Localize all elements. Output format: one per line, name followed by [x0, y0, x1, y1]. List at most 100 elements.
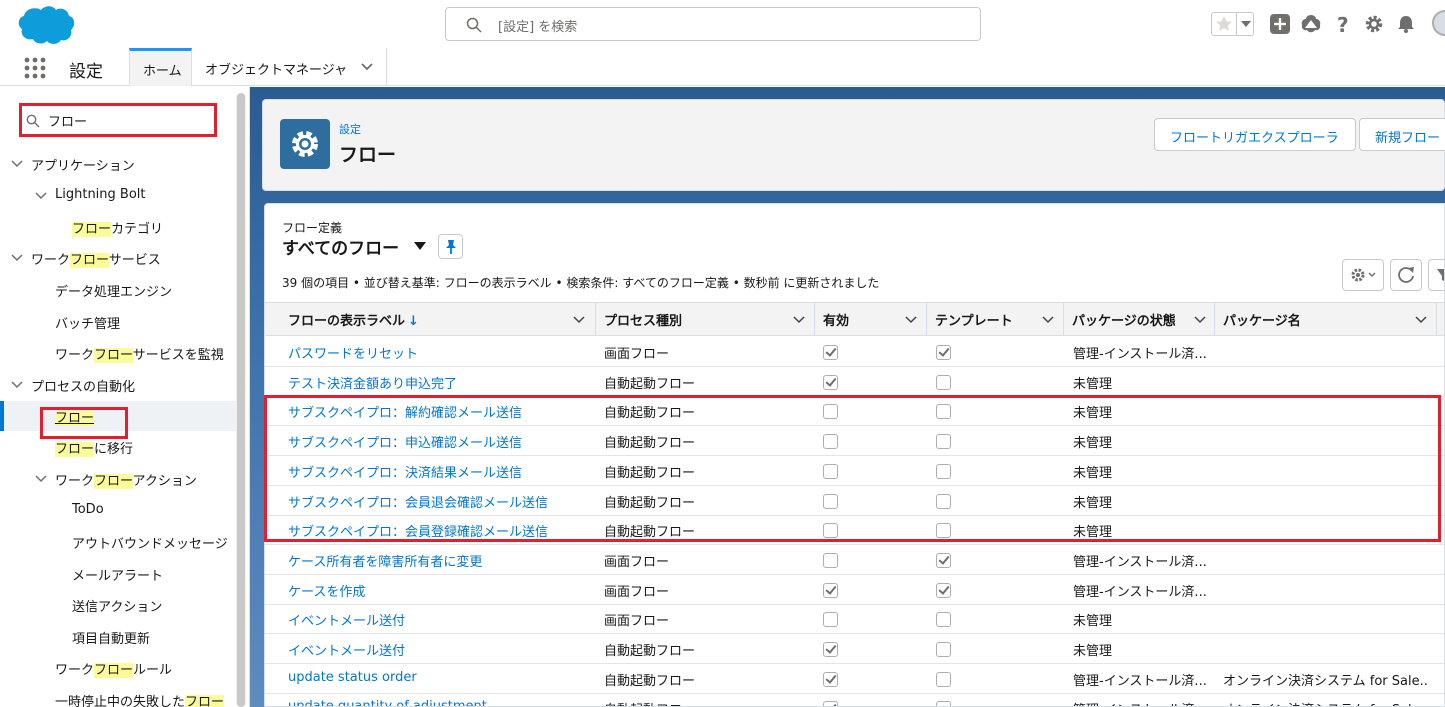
- tab-object-manager[interactable]: オブジェクトマネージャ: [192, 48, 387, 86]
- chevron-down-icon[interactable]: [1042, 316, 1054, 324]
- sidebar-item-label: データ処理エンジン: [55, 281, 172, 300]
- global-search[interactable]: [設定] を検索: [445, 7, 981, 41]
- sort-arrow-icon[interactable]: ↓: [408, 314, 419, 329]
- package-state: 管理-インストール済...: [1073, 554, 1207, 570]
- sidebar-item-text-post: 項目自動更新: [72, 632, 151, 647]
- user-avatar[interactable]: [1432, 10, 1445, 36]
- notifications-bell-icon[interactable]: [1396, 14, 1416, 34]
- flow-label-link[interactable]: ケース所有者を障害所有者に変更: [288, 551, 588, 570]
- sidebar-scrollbar[interactable]: [236, 93, 246, 707]
- column-label-text: フローの表示ラベル: [288, 314, 406, 329]
- sidebar-item-label: Lightning Bolt: [55, 187, 146, 202]
- active-checkbox: [823, 701, 838, 706]
- package-state: 未管理: [1073, 376, 1113, 392]
- flow-label-link[interactable]: テスト決済金額あり申込完了: [288, 373, 588, 392]
- flow-label-link[interactable]: update status order: [288, 670, 588, 685]
- sidebar-item-label: ワークフローアクション: [55, 470, 197, 489]
- sidebar-item[interactable]: Lightning Bolt: [0, 181, 236, 211]
- scrollbar-thumb[interactable]: [237, 93, 245, 707]
- sidebar-item[interactable]: ToDo: [0, 496, 236, 526]
- flow-label-link[interactable]: update quantity of adjustment: [288, 699, 588, 706]
- app-launcher-icon[interactable]: [24, 57, 46, 79]
- sidebar-item[interactable]: ワークフローサービスを監視: [0, 338, 236, 368]
- chevron-down-icon[interactable]: [35, 191, 47, 201]
- table-row[interactable]: ケース所有者を障害所有者に変更 画面フロー 管理-インストール済...: [265, 545, 1444, 575]
- sidebar-item[interactable]: ワークフローサービス: [0, 243, 236, 273]
- chevron-down-icon[interactable]: [360, 62, 374, 72]
- column-label-text: パッケージ名: [1223, 314, 1301, 329]
- flow-trigger-explorer-button[interactable]: フロートリガエクスプローラ: [1154, 118, 1356, 151]
- column-header-label: 有効: [823, 310, 849, 329]
- global-create-icon[interactable]: [1270, 14, 1290, 34]
- column-label-text: パッケージの状態: [1072, 314, 1176, 329]
- tab-home[interactable]: ホーム: [129, 48, 192, 86]
- column-header-label: フローの表示ラベル ↓: [288, 310, 419, 329]
- chevron-down-icon[interactable]: [1194, 316, 1206, 324]
- column-header[interactable]: 有効: [815, 303, 927, 336]
- table-row[interactable]: イベントメール送付 画面フロー 未管理: [265, 604, 1444, 635]
- flow-label-link[interactable]: ケースを作成: [288, 581, 588, 600]
- star-icon[interactable]: [1214, 14, 1234, 34]
- table-row[interactable]: パスワードをリセット 画面フロー 管理-インストール済...: [265, 337, 1444, 367]
- sidebar-item[interactable]: 項目自動更新: [0, 622, 236, 652]
- list-view-dropdown-icon[interactable]: [414, 242, 426, 250]
- sidebar-item[interactable]: 一時停止中の失敗したフロー: [0, 685, 236, 707]
- column-header[interactable]: テンプレート: [927, 303, 1064, 336]
- help-icon[interactable]: ?: [1333, 14, 1353, 34]
- chevron-down-icon[interactable]: [573, 316, 585, 324]
- new-flow-button[interactable]: 新規フロー: [1359, 118, 1445, 151]
- chevron-down-icon[interactable]: [11, 253, 23, 263]
- flow-label-link[interactable]: イベントメール送付: [288, 640, 588, 659]
- chevron-down-icon[interactable]: [793, 316, 805, 324]
- setup-gear-icon: [280, 119, 330, 169]
- filter-button[interactable]: [1428, 259, 1444, 291]
- favorites-button[interactable]: [1211, 12, 1254, 36]
- trailhead-icon[interactable]: [1300, 14, 1322, 34]
- chevron-down-icon[interactable]: [11, 380, 23, 390]
- table-row[interactable]: update status order 自動起動フロー 管理-インストール済... オ…: [265, 664, 1444, 694]
- table-row[interactable]: update quantity of adjustment 自動起動フロー 管理-イ…: [265, 693, 1444, 706]
- sidebar-item-text-post: サービスを監視: [132, 348, 224, 363]
- sidebar-item-text-post: アウトバウンドメッセージ: [72, 537, 228, 552]
- pin-list-view-button[interactable]: [438, 234, 463, 259]
- chevron-down-icon[interactable]: [905, 316, 917, 324]
- flow-label-link[interactable]: イベントメール送付: [288, 610, 588, 629]
- chevron-down-icon[interactable]: [1415, 316, 1427, 324]
- sidebar-item[interactable]: プロセスの自動化: [0, 370, 236, 400]
- list-view-name[interactable]: すべてのフロー: [282, 234, 399, 259]
- setup-gear-icon[interactable]: [1364, 14, 1384, 34]
- favorites-dropdown-icon[interactable]: [1241, 21, 1251, 27]
- sidebar-item-text-post: サービス: [108, 253, 161, 268]
- list-view-controls-button[interactable]: [1342, 259, 1384, 291]
- sidebar-item[interactable]: ワークフローアクション: [0, 464, 236, 494]
- sidebar-item[interactable]: アプリケーション: [0, 149, 236, 179]
- chevron-down-icon[interactable]: [11, 159, 23, 169]
- column-header[interactable]: フローの表示ラベル ↓: [265, 303, 596, 336]
- column-header[interactable]: パッケージの状態: [1064, 303, 1215, 336]
- sidebar-item[interactable]: メールアラート: [0, 559, 236, 589]
- template-checkbox: [936, 612, 951, 628]
- process-type: 画面フロー: [604, 614, 670, 630]
- sidebar-item[interactable]: フローカテゴリ: [0, 212, 236, 242]
- sidebar-item[interactable]: 送信アクション: [0, 590, 236, 620]
- sidebar-item[interactable]: アウトバウンドメッセージ: [0, 527, 236, 557]
- table-row[interactable]: テスト決済金額あり申込完了 自動起動フロー 未管理: [265, 367, 1444, 397]
- column-header[interactable]: プロセス種別: [596, 303, 815, 336]
- package-state: 未管理: [1073, 614, 1113, 630]
- chevron-down-icon[interactable]: [35, 474, 47, 484]
- global-header: [設定] を検索 ?: [0, 0, 1445, 48]
- breadcrumb[interactable]: 設定: [339, 121, 361, 137]
- template-checkbox: [936, 701, 951, 706]
- quick-find-input[interactable]: フロー: [19, 103, 217, 137]
- table-row[interactable]: イベントメール送付 自動起動フロー 未管理: [265, 634, 1444, 664]
- sidebar-item[interactable]: ワークフロールール: [0, 653, 236, 683]
- sidebar-item-text-post: アプリケーション: [31, 159, 135, 174]
- sidebar-item[interactable]: データ処理エンジン: [0, 275, 236, 305]
- sidebar-item[interactable]: バッチ管理: [0, 307, 236, 337]
- flow-label-link[interactable]: パスワードをリセット: [288, 343, 588, 362]
- salesforce-logo[interactable]: [16, 4, 76, 46]
- refresh-button[interactable]: [1390, 259, 1422, 291]
- column-header[interactable]: パッケージ名: [1215, 303, 1437, 336]
- package-state: 管理-インストール済...: [1073, 699, 1209, 706]
- table-row[interactable]: ケースを作成 画面フロー 管理-インストール済...: [265, 575, 1444, 605]
